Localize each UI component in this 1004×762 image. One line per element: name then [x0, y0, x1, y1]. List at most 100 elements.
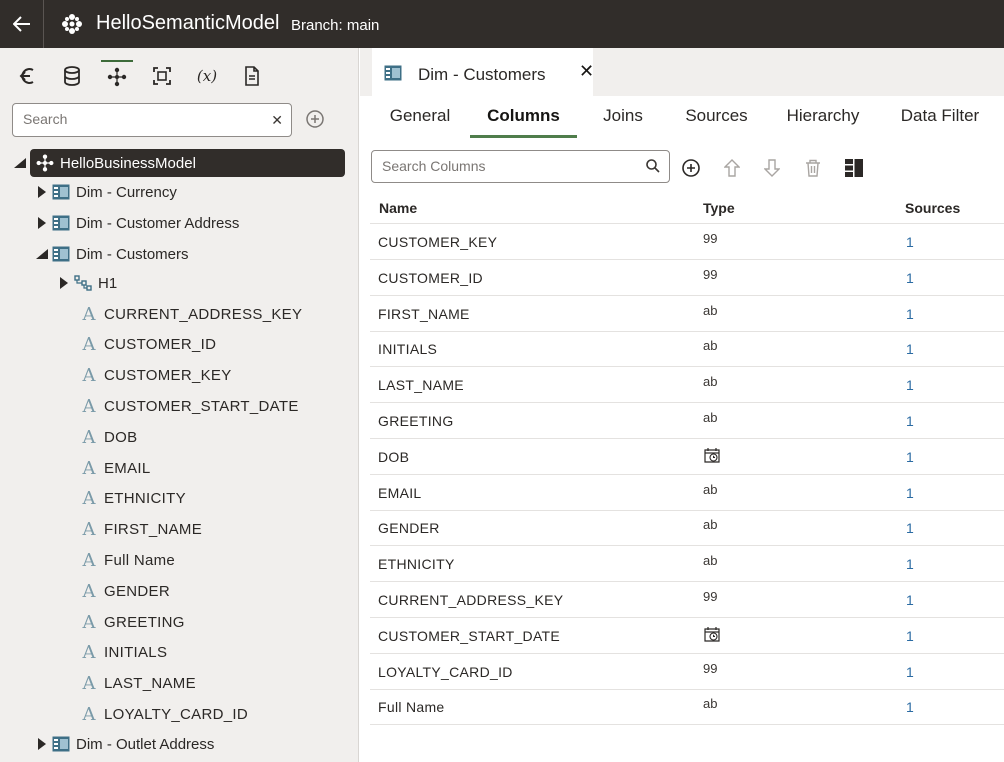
tree-label: CUSTOMER_ID [104, 336, 217, 354]
business-model-icon[interactable] [101, 60, 133, 92]
type-cell: ab [703, 553, 718, 569]
back-arrow-icon[interactable] [12, 60, 44, 92]
tree-item-column[interactable]: A ETHNICITY [78, 485, 338, 513]
expand-arrow-icon[interactable] [34, 217, 50, 229]
tab-data-filter[interactable]: Data Filter [892, 106, 988, 138]
tab-hierarchy[interactable]: Hierarchy [778, 106, 868, 138]
tree-label: Dim - Currency [76, 183, 177, 201]
tree-item-hierarchy[interactable]: H1 [56, 269, 256, 297]
clear-search-icon[interactable]: ✕ [271, 112, 283, 129]
delete-button[interactable] [802, 157, 824, 179]
table-row[interactable]: EMAIL ab 1 [370, 475, 1004, 511]
table-row[interactable]: GENDER ab 1 [370, 510, 1004, 547]
navigator-search-field[interactable]: ✕ [12, 103, 292, 137]
tree-item-column[interactable]: A DOB [78, 423, 338, 451]
header-name[interactable]: Name [379, 200, 417, 216]
sources-link[interactable]: 1 [906, 699, 914, 715]
table-row[interactable]: DOB 1 [370, 439, 1004, 475]
tree-item-table[interactable]: Dim - Outlet Address [34, 730, 334, 758]
sources-link[interactable]: 1 [906, 270, 914, 286]
variables-icon[interactable]: (x) [191, 60, 223, 92]
expand-arrow-icon[interactable] [34, 186, 50, 198]
semantic-model-icon [60, 12, 84, 36]
table-row[interactable]: CUSTOMER_ID 99 1 [370, 260, 1004, 296]
type-cell: ab [703, 410, 718, 425]
add-column-button[interactable] [680, 157, 702, 179]
document-tab[interactable]: Dim - Customers ✕ [372, 48, 594, 96]
tree-item-table[interactable]: Dim - Customer Address [34, 209, 334, 237]
column-search-input[interactable] [382, 158, 637, 174]
sources-link[interactable]: 1 [906, 377, 914, 393]
table-row[interactable]: CUSTOMER_START_DATE 1 [370, 618, 1004, 654]
table-row[interactable]: GREETING ab 1 [370, 403, 1004, 439]
sources-link[interactable]: 1 [906, 234, 914, 250]
collapse-arrow-icon[interactable] [12, 158, 28, 168]
table-row[interactable]: ETHNICITY ab 1 [370, 546, 1004, 583]
physical-layer-icon[interactable] [146, 60, 178, 92]
detail-view-button[interactable] [843, 157, 865, 179]
table-icon [50, 184, 72, 200]
tab-general[interactable]: General [384, 106, 456, 138]
tree-item-column[interactable]: A CURRENT_ADDRESS_KEY [78, 300, 338, 328]
sources-link[interactable]: 1 [906, 341, 914, 357]
table-row[interactable]: CUSTOMER_KEY 99 1 [370, 224, 1004, 260]
document-icon[interactable] [236, 60, 268, 92]
tab-columns[interactable]: Columns [470, 106, 577, 138]
navigator-panel: (x) ✕ HelloBusinessModel Dim - Currency Di… [0, 48, 359, 762]
attribute-icon: A [82, 365, 96, 387]
back-button[interactable] [0, 0, 44, 48]
tree-item-column[interactable]: A LOYALTY_CARD_ID [78, 700, 338, 728]
collapse-arrow-icon[interactable] [34, 249, 50, 259]
sources-link[interactable]: 1 [906, 413, 914, 429]
sources-link[interactable]: 1 [906, 306, 914, 322]
back-arrow-icon [12, 16, 30, 32]
tree-item-table[interactable]: Dim - Currency [34, 178, 334, 206]
move-up-button[interactable] [721, 157, 743, 179]
tree-item-column[interactable]: A CUSTOMER_ID [78, 331, 338, 359]
tab-joins[interactable]: Joins [593, 106, 653, 138]
date-type-icon [703, 625, 721, 646]
sources-link[interactable]: 1 [906, 520, 914, 536]
expand-arrow-icon[interactable] [34, 738, 50, 750]
tree-item-table[interactable]: Dim - Customers [34, 240, 334, 268]
tab-sources[interactable]: Sources [678, 106, 755, 138]
tree-item-column[interactable]: A Full Name [78, 546, 338, 574]
tree-item-column[interactable]: A FIRST_NAME [78, 516, 338, 544]
table-row[interactable]: INITIALS ab 1 [370, 331, 1004, 368]
tree-item-column[interactable]: A GREETING [78, 608, 338, 636]
sources-link[interactable]: 1 [906, 449, 914, 465]
tree-item-column[interactable]: A CUSTOMER_START_DATE [78, 392, 338, 420]
table-row[interactable]: Full Name ab 1 [370, 689, 1004, 726]
tree-item-column[interactable]: A CUSTOMER_KEY [78, 362, 338, 390]
column-search-field[interactable] [371, 150, 670, 183]
sources-link[interactable]: 1 [906, 664, 914, 680]
table-row[interactable]: LAST_NAME ab 1 [370, 367, 1004, 404]
name-cell: Full Name [378, 699, 445, 716]
table-row[interactable]: LOYALTY_CARD_ID 99 1 [370, 654, 1004, 690]
header-sources[interactable]: Sources [905, 200, 960, 216]
database-icon[interactable] [56, 60, 88, 92]
table-row[interactable]: CURRENT_ADDRESS_KEY 99 1 [370, 582, 1004, 618]
tree-item-column[interactable]: A GENDER [78, 577, 338, 605]
tree-label: LAST_NAME [104, 675, 196, 693]
close-icon[interactable]: ✕ [579, 61, 594, 82]
tree-item-column[interactable]: A EMAIL [78, 454, 338, 482]
attribute-icon: A [82, 426, 96, 448]
expand-arrow-icon[interactable] [56, 277, 72, 289]
move-down-button[interactable] [761, 157, 783, 179]
add-icon[interactable] [305, 109, 325, 129]
tree-label: CUSTOMER_START_DATE [104, 397, 299, 415]
table-row[interactable]: FIRST_NAME ab 1 [370, 296, 1004, 332]
sources-link[interactable]: 1 [906, 485, 914, 501]
header-type[interactable]: Type [703, 200, 735, 216]
arrow-up-icon [724, 159, 740, 177]
sources-link[interactable]: 1 [906, 592, 914, 608]
branch-label: Branch: main [291, 17, 380, 34]
sources-link[interactable]: 1 [906, 556, 914, 572]
tree-item-root[interactable]: HelloBusinessModel [30, 149, 345, 177]
sources-link[interactable]: 1 [906, 628, 914, 644]
navigator-search-input[interactable] [23, 111, 263, 127]
tree-item-column[interactable]: A LAST_NAME [78, 670, 338, 698]
tree-toggle-root[interactable] [12, 149, 32, 177]
tree-item-column[interactable]: A INITIALS [78, 639, 338, 667]
